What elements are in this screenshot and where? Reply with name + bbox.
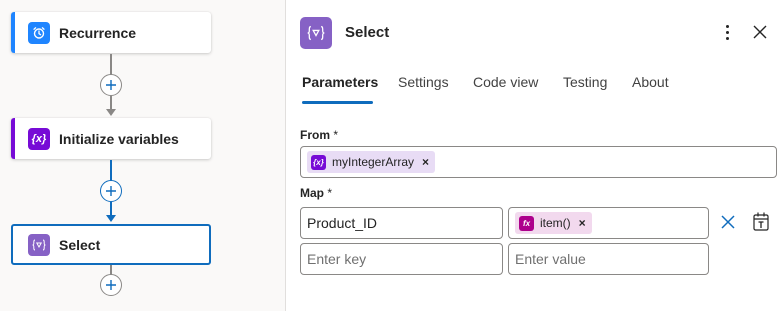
map-key-input[interactable]: Product_ID bbox=[300, 207, 503, 239]
close-icon bbox=[753, 25, 767, 39]
from-label: From * bbox=[300, 128, 339, 142]
token-text: myIntegerArray bbox=[332, 155, 415, 169]
remove-token-icon[interactable]: × bbox=[422, 155, 429, 169]
card-accent-bar bbox=[11, 118, 15, 159]
active-tab-indicator bbox=[302, 101, 373, 104]
plus-icon bbox=[106, 186, 116, 196]
tab-settings[interactable]: Settings bbox=[398, 74, 449, 90]
connector-line bbox=[110, 202, 112, 216]
function-icon: fx bbox=[519, 215, 534, 231]
table-mode-icon bbox=[753, 212, 769, 231]
alarm-clock-icon bbox=[28, 22, 50, 44]
add-step-button[interactable] bbox=[100, 180, 122, 202]
map-value-input[interactable]: fx item() × bbox=[508, 207, 709, 239]
panel-title: Select bbox=[345, 24, 390, 41]
tab-testing[interactable]: Testing bbox=[563, 74, 607, 90]
add-step-button[interactable] bbox=[100, 74, 122, 96]
connector-line bbox=[110, 160, 112, 181]
map-label: Map * bbox=[300, 186, 333, 200]
plus-icon bbox=[106, 280, 116, 290]
variable-token[interactable]: {x} myIntegerArray × bbox=[307, 151, 436, 173]
card-label: Select bbox=[59, 237, 101, 253]
more-options-button[interactable] bbox=[719, 20, 735, 44]
action-details-panel: Select Parameters Settings Code view Tes… bbox=[285, 0, 782, 311]
required-mark: * bbox=[327, 186, 333, 200]
connector-line bbox=[110, 54, 112, 76]
initialize-variables-action-card[interactable]: {x} Initialize variables bbox=[11, 118, 211, 159]
arrow-down-icon bbox=[106, 215, 116, 222]
token-text: item() bbox=[540, 216, 571, 230]
switch-to-text-mode-button[interactable] bbox=[751, 211, 771, 233]
card-label: Recurrence bbox=[59, 25, 137, 41]
tab-parameters[interactable]: Parameters bbox=[302, 74, 378, 90]
variable-icon: {x} bbox=[311, 154, 326, 170]
add-step-button[interactable] bbox=[100, 274, 122, 296]
arrow-down-icon bbox=[106, 109, 116, 116]
tab-about[interactable]: About bbox=[632, 74, 669, 90]
remove-token-icon[interactable]: × bbox=[579, 216, 586, 230]
select-data-operation-icon bbox=[28, 234, 50, 256]
required-mark: * bbox=[333, 128, 339, 142]
select-data-operation-icon bbox=[300, 17, 332, 49]
map-value-input[interactable]: Enter value bbox=[508, 243, 709, 275]
close-icon bbox=[721, 215, 735, 229]
delete-map-row-button[interactable] bbox=[718, 212, 738, 232]
from-field[interactable]: {x} myIntegerArray × bbox=[300, 146, 777, 178]
close-button[interactable] bbox=[748, 20, 772, 44]
tab-code-view[interactable]: Code view bbox=[473, 74, 538, 90]
map-key-input[interactable]: Enter key bbox=[300, 243, 503, 275]
recurrence-action-card[interactable]: Recurrence bbox=[11, 12, 211, 53]
card-label: Initialize variables bbox=[59, 131, 179, 147]
variable-icon: {x} bbox=[28, 128, 50, 150]
select-action-card[interactable]: Select bbox=[11, 224, 211, 265]
designer-canvas: Recurrence {x} Initialize variables Sele… bbox=[0, 0, 285, 311]
connector-line bbox=[110, 96, 112, 110]
expression-token[interactable]: fx item() × bbox=[515, 212, 592, 234]
plus-icon bbox=[106, 80, 116, 90]
more-dots-icon bbox=[725, 24, 729, 28]
card-accent-bar bbox=[11, 12, 15, 53]
